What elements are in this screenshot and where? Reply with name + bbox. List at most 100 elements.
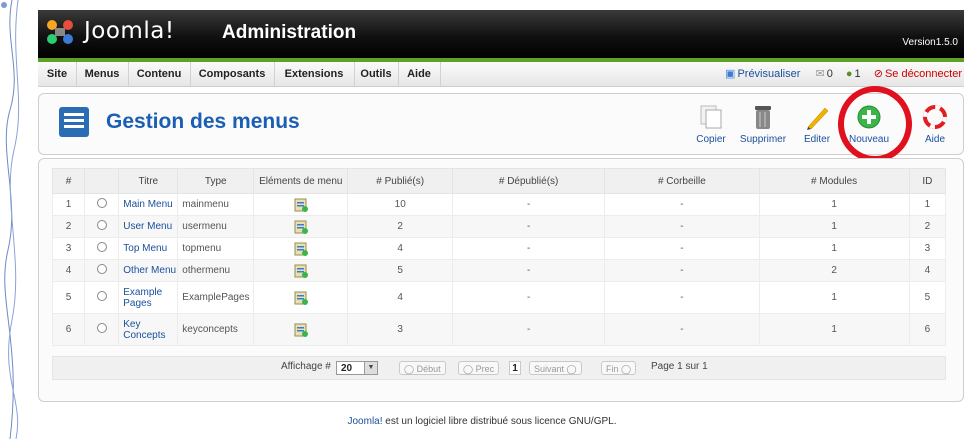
- end-label: Fin: [606, 364, 619, 374]
- col-header-modules[interactable]: # Modules: [758, 168, 910, 194]
- row-title-link[interactable]: Top Menu: [123, 243, 167, 254]
- row-select-radio[interactable]: [84, 281, 120, 314]
- row-num: 2: [51, 215, 86, 238]
- row-unpublished: -: [451, 193, 606, 216]
- menu-items-icon: [294, 198, 308, 212]
- row-title-link[interactable]: Main Menu: [123, 199, 172, 210]
- row-id: 4: [908, 259, 947, 282]
- delete-button[interactable]: Supprimer: [736, 100, 790, 152]
- col-header-type[interactable]: Type: [177, 168, 255, 194]
- copy-button[interactable]: Copier: [684, 100, 738, 152]
- row-trash: -: [604, 237, 760, 260]
- copy-icon: [700, 105, 722, 129]
- menu-items-icon: [294, 264, 308, 278]
- row-select-radio[interactable]: [84, 193, 120, 216]
- menu-extensions[interactable]: Extensions: [274, 62, 355, 86]
- row-title: Main Menu: [118, 193, 179, 216]
- row-modules: 1: [758, 193, 910, 216]
- edit-button[interactable]: Editer: [790, 100, 844, 152]
- menu-contenu[interactable]: Contenu: [128, 62, 191, 86]
- row-menu-items[interactable]: [253, 237, 349, 260]
- col-header-menu-items[interactable]: Eléments de menu: [253, 168, 349, 194]
- row-menu-items[interactable]: [253, 215, 349, 238]
- col-header-title[interactable]: Titre: [118, 168, 179, 194]
- row-title-link[interactable]: Other Menu: [123, 265, 176, 276]
- row-menu-items[interactable]: [253, 193, 349, 216]
- prev-label: Prec: [475, 364, 495, 374]
- menu-site[interactable]: Site: [38, 62, 77, 86]
- col-header-unpublished[interactable]: # Dépublié(s): [451, 168, 606, 194]
- row-select-radio[interactable]: [84, 237, 120, 260]
- col-header-id[interactable]: ID: [908, 168, 947, 194]
- page-title: Gestion des menus: [106, 110, 300, 133]
- footer-text: est un logiciel libre distribué sous lic…: [382, 416, 617, 427]
- next-icon: ◯: [564, 364, 577, 374]
- display-limit-select[interactable]: 20 ▼: [336, 361, 378, 375]
- start-button[interactable]: ◯ Début: [399, 361, 446, 375]
- edit-label: Editer: [803, 134, 831, 145]
- menu-items-icon: [294, 242, 308, 256]
- table-row: 5 Example Pages ExamplePages 4 - - 1 5: [51, 281, 947, 314]
- preview-icon: ▣: [725, 68, 736, 80]
- messages-count[interactable]: 0: [827, 68, 833, 80]
- start-label: Début: [416, 364, 441, 374]
- row-select-radio[interactable]: [84, 259, 120, 282]
- delete-label: Supprimer: [739, 134, 787, 145]
- table-row: 1 Main Menu mainmenu 10 - - 1 1: [51, 193, 947, 216]
- row-published: 5: [347, 259, 453, 282]
- menu-aide[interactable]: Aide: [398, 62, 441, 86]
- new-label: Nouveau: [848, 134, 890, 145]
- row-type: mainmenu: [177, 193, 255, 216]
- row-trash: -: [604, 193, 760, 216]
- admin-header: Joomla! Administration Version1.5.0: [38, 10, 964, 62]
- preview-link[interactable]: Prévisualiser: [737, 68, 800, 80]
- menu-items-icon: [294, 220, 308, 234]
- page-info: Page 1 sur 1: [651, 361, 708, 372]
- end-button[interactable]: Fin ◯: [601, 361, 637, 375]
- joomla-logo-icon: [47, 20, 73, 44]
- row-select-radio[interactable]: [84, 313, 120, 346]
- row-unpublished: -: [451, 281, 606, 314]
- logout-icon: ⊘: [873, 68, 883, 80]
- row-menu-items[interactable]: [253, 259, 349, 282]
- col-header-published[interactable]: # Publié(s): [347, 168, 453, 194]
- row-modules: 1: [758, 313, 910, 346]
- prev-button[interactable]: ◯ Prec: [458, 361, 500, 375]
- row-title-link[interactable]: User Menu: [123, 221, 172, 232]
- row-title-link[interactable]: Key Concepts: [123, 319, 167, 341]
- menu-composants[interactable]: Composants: [190, 62, 275, 86]
- row-title-link[interactable]: Example Pages: [123, 287, 167, 309]
- row-id: 2: [908, 215, 947, 238]
- users-count[interactable]: 1: [855, 68, 861, 80]
- row-num: 1: [51, 193, 86, 216]
- end-icon: ◯: [618, 364, 632, 374]
- row-published: 2: [347, 215, 453, 238]
- row-select-radio[interactable]: [84, 215, 120, 238]
- row-id: 6: [908, 313, 947, 346]
- joomla-footer-link[interactable]: Joomla!: [347, 416, 382, 427]
- new-button[interactable]: Nouveau: [842, 100, 896, 152]
- pagination-bar: Affichage # 20 ▼ ◯ Début ◯ Prec 1 Suivan…: [52, 356, 946, 380]
- row-published: 4: [347, 281, 453, 314]
- pencil-icon: [807, 107, 829, 130]
- row-unpublished: -: [451, 313, 606, 346]
- col-header-trash[interactable]: # Corbeille: [604, 168, 760, 194]
- row-title: Top Menu: [118, 237, 179, 260]
- menu-menus[interactable]: Menus: [76, 62, 129, 86]
- display-label: Affichage #: [281, 361, 331, 372]
- menu-outils[interactable]: Outils: [354, 62, 399, 86]
- table-row: 3 Top Menu topmenu 4 - - 1 3: [51, 237, 947, 260]
- decorative-border: [1, 0, 20, 439]
- row-trash: -: [604, 313, 760, 346]
- logout-link[interactable]: Se déconnecter: [885, 68, 962, 80]
- row-title: Other Menu: [118, 259, 179, 282]
- col-header-num[interactable]: #: [51, 168, 86, 194]
- row-title: Example Pages: [118, 281, 179, 314]
- row-menu-items[interactable]: [253, 313, 349, 346]
- page-number-button[interactable]: 1: [509, 361, 521, 375]
- next-label: Suivant: [534, 364, 565, 374]
- next-button[interactable]: Suivant ◯: [529, 361, 582, 375]
- table-row: 4 Other Menu othermenu 5 - - 2 4: [51, 259, 947, 282]
- row-menu-items[interactable]: [253, 281, 349, 314]
- help-button[interactable]: Aide: [911, 100, 959, 152]
